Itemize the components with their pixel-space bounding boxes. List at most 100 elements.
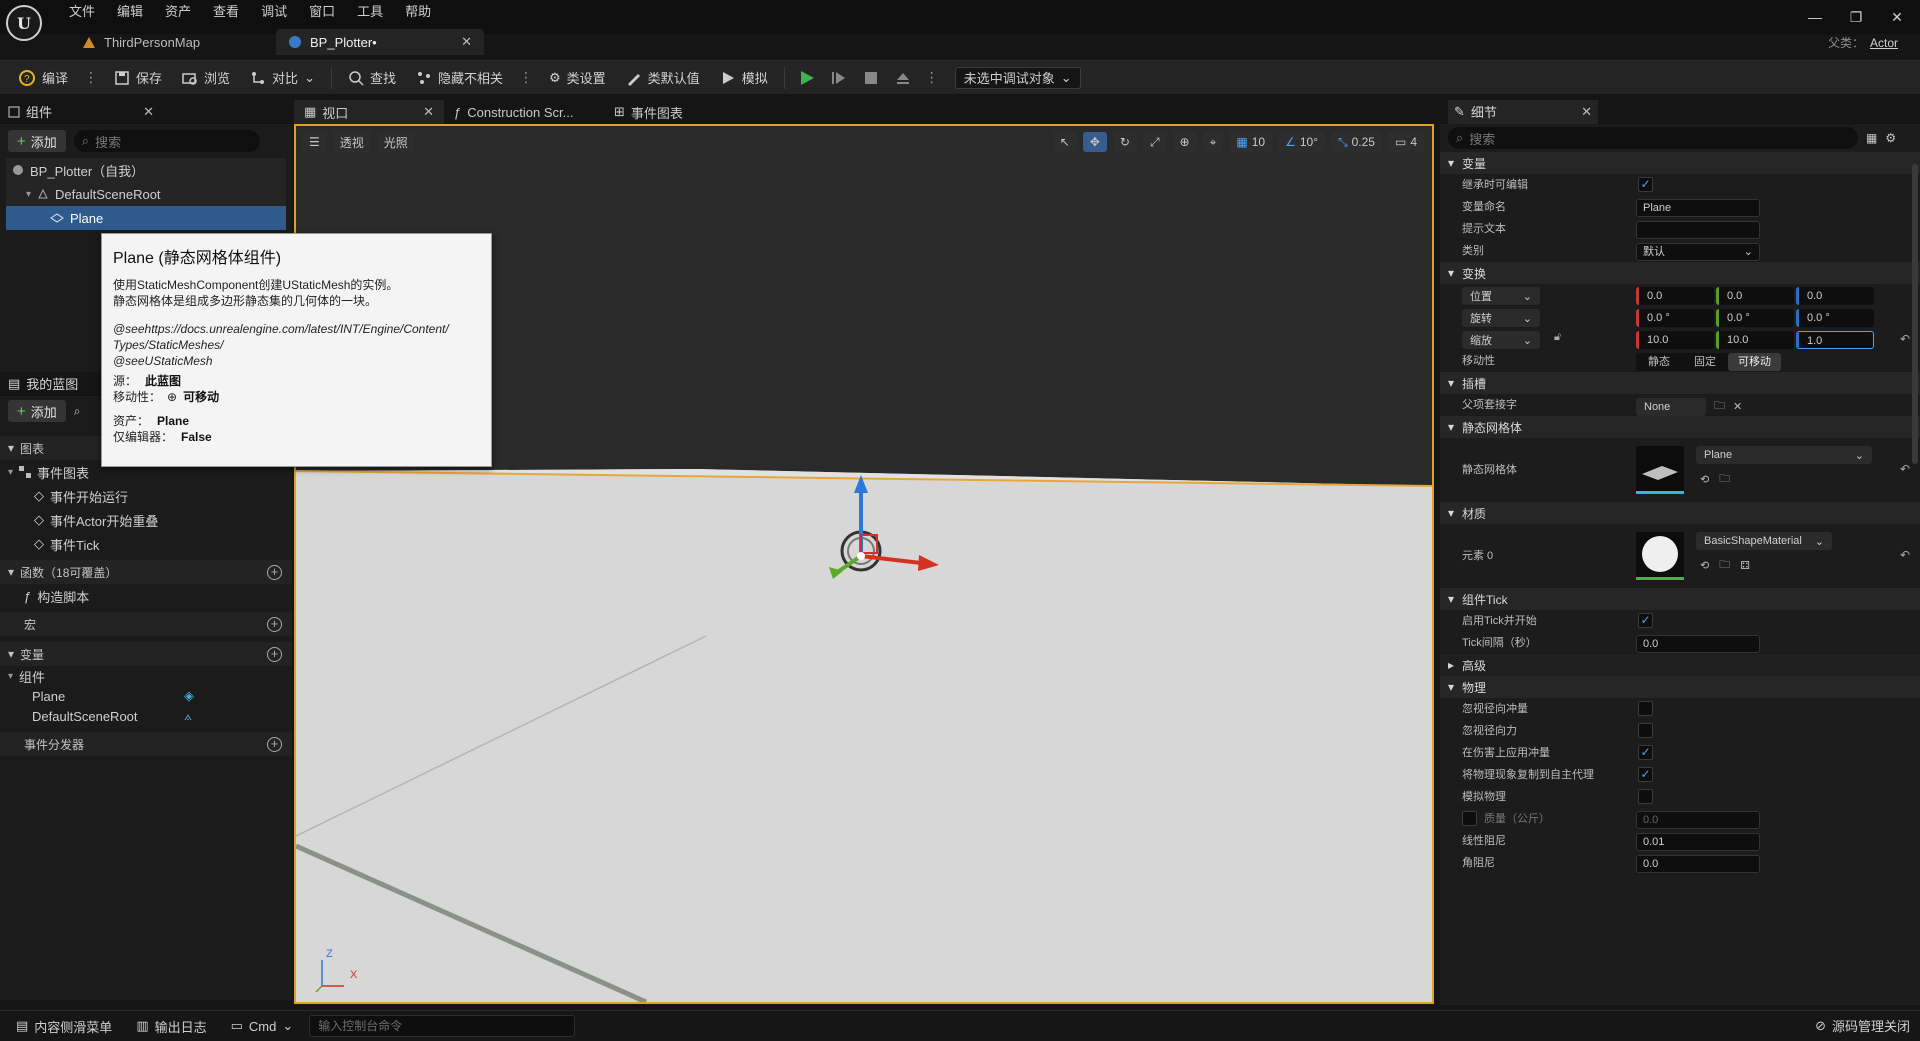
browse-folder-icon[interactable]: 🗀︎	[1719, 470, 1730, 489]
menu-window[interactable]: 窗口	[298, 2, 346, 22]
tab-event-graph[interactable]: ⊞ 事件图表	[604, 100, 693, 124]
play-icon[interactable]	[793, 64, 821, 92]
save-button[interactable]: 保存	[106, 64, 170, 92]
eject-icon[interactable]	[889, 64, 917, 92]
scale-icon[interactable]: ⤢	[1142, 132, 1167, 152]
section-transform[interactable]: ▾ 变换	[1440, 262, 1920, 284]
lit-button[interactable]: 光照	[376, 132, 415, 152]
reset-arrow-icon[interactable]: ↶	[1900, 462, 1910, 476]
chevron-down-icon[interactable]: ▾	[26, 189, 31, 200]
location-z-input[interactable]: 0.0	[1796, 287, 1874, 305]
location-x-input[interactable]: 0.0	[1636, 287, 1714, 305]
hide-unrelated-button[interactable]: 隐藏不相关	[408, 64, 511, 92]
play-options-icon[interactable]: ⋮	[921, 69, 943, 86]
table-view-icon[interactable]: ▦	[1866, 131, 1877, 145]
output-log-button[interactable]: ▥ 输出日志	[128, 1014, 214, 1038]
world-local-icon[interactable]: ⊕	[1172, 132, 1197, 152]
material-options-icon[interactable]: ⚃	[1740, 559, 1750, 572]
menu-view[interactable]: 查看	[202, 2, 250, 22]
console-command-input[interactable]: 输入控制台命令	[309, 1015, 576, 1037]
section-component-tick[interactable]: ▾ 组件Tick	[1440, 588, 1920, 610]
parent-class-link[interactable]: Actor	[1870, 36, 1898, 50]
rotation-snap-button[interactable]: ∠ 10°	[1278, 132, 1325, 152]
material-select[interactable]: BasicShapeMaterial ⌄	[1696, 532, 1832, 550]
close-window-icon[interactable]: ✕	[1877, 6, 1917, 28]
browse-button[interactable]: 浏览	[174, 64, 238, 92]
diff-button[interactable]: 对比 ⌄	[242, 64, 323, 92]
tab-thirdpersonmap[interactable]: ThirdPersonMap	[70, 29, 280, 55]
perspective-button[interactable]: 透视	[332, 132, 371, 152]
section-physics[interactable]: ▾ 物理	[1440, 676, 1920, 698]
clear-icon[interactable]: ✕	[1733, 400, 1742, 413]
details-scrollbar[interactable]	[1912, 164, 1918, 464]
add-component-button[interactable]: + 添加	[8, 130, 66, 152]
rotation-x-input[interactable]: 0.0 °	[1636, 309, 1714, 327]
tab-details[interactable]: ✎ 细节 ✕	[1448, 99, 1598, 124]
variable-name-input[interactable]: Plane	[1636, 199, 1760, 217]
class-defaults-button[interactable]: 类默认值	[618, 64, 708, 92]
close-icon[interactable]: ✕	[1581, 104, 1592, 120]
browse-folder-icon[interactable]: 🗀︎	[1714, 397, 1725, 416]
menu-debug[interactable]: 调试	[250, 2, 298, 22]
variable-item-defaultsceneroot[interactable]: DefaultSceneRoot ⟑	[0, 706, 292, 726]
add-macro-icon[interactable]: +	[267, 616, 282, 632]
use-selected-icon[interactable]: ⟲	[1700, 473, 1709, 486]
close-icon[interactable]: ✕	[423, 104, 434, 120]
use-selected-icon[interactable]: ⟲	[1700, 559, 1709, 572]
location-mode-select[interactable]: 位置 ⌄	[1462, 287, 1540, 305]
section-static-mesh[interactable]: ▾ 静态网格体	[1440, 416, 1920, 438]
tooltip-input[interactable]	[1636, 221, 1760, 239]
rotation-mode-select[interactable]: 旋转 ⌄	[1462, 309, 1540, 327]
mass-input[interactable]: 0.0	[1636, 811, 1760, 829]
stop-icon[interactable]	[857, 64, 885, 92]
mobility-movable[interactable]: 可移动	[1728, 353, 1781, 371]
replicate-physics-checkbox[interactable]: ✓	[1638, 767, 1653, 782]
add-function-icon[interactable]: +	[267, 564, 282, 580]
tree-item-bp-plotter[interactable]: BP_Plotter（自我）	[6, 158, 286, 182]
simulate-button[interactable]: 模拟	[712, 64, 776, 92]
class-settings-button[interactable]: ⚙ 类设置	[541, 64, 614, 92]
scale-snap-button[interactable]: ⤡ 0.25	[1331, 132, 1382, 152]
construction-script-item[interactable]: ƒ 构造脚本	[0, 584, 292, 608]
simulate-physics-checkbox[interactable]	[1638, 789, 1653, 804]
event-begin-play[interactable]: ◇ 事件开始运行	[0, 484, 292, 508]
location-y-input[interactable]: 0.0	[1716, 287, 1794, 305]
minimize-icon[interactable]: —	[1795, 6, 1835, 28]
mass-override-checkbox[interactable]	[1462, 811, 1477, 826]
mobility-stationary[interactable]: 固定	[1682, 353, 1728, 371]
gear-icon[interactable]: ⚙	[1885, 131, 1896, 145]
linear-damping-input[interactable]: 0.01	[1636, 833, 1760, 851]
cmd-select[interactable]: ▭ Cmd ⌄	[223, 1014, 302, 1038]
tree-item-defaultsceneroot[interactable]: ▾ DefaultSceneRoot	[6, 182, 286, 206]
reset-arrow-icon[interactable]: ↶	[1900, 548, 1910, 562]
compile-options-icon[interactable]: ⋮	[80, 69, 102, 86]
scale-mode-select[interactable]: 缩放 ⌄	[1462, 331, 1540, 349]
section-variable[interactable]: ▾ 变量	[1440, 152, 1920, 174]
step-icon[interactable]	[825, 64, 853, 92]
category-select[interactable]: 默认 ⌄	[1636, 243, 1760, 261]
menu-tools[interactable]: 工具	[346, 2, 394, 22]
section-sockets[interactable]: ▾ 插槽	[1440, 372, 1920, 394]
event-tick[interactable]: ◇ 事件Tick	[0, 532, 292, 556]
section-materials[interactable]: ▾ 材质	[1440, 502, 1920, 524]
lock-icon[interactable]: 🔓︎	[1554, 331, 1561, 344]
start-with-tick-checkbox[interactable]: ✓	[1638, 613, 1653, 628]
material-thumbnail[interactable]	[1636, 532, 1684, 580]
unreal-logo-icon[interactable]: U	[6, 5, 42, 41]
hamburger-menu-icon[interactable]: ☰	[302, 132, 327, 152]
add-member-button[interactable]: + 添加	[8, 400, 66, 422]
compile-button[interactable]: ? 编译	[10, 64, 76, 92]
rotate-icon[interactable]: ↻	[1112, 132, 1137, 152]
mobility-static[interactable]: 静态	[1636, 353, 1682, 371]
menu-asset[interactable]: 资产	[154, 2, 202, 22]
menu-help[interactable]: 帮助	[394, 2, 442, 22]
close-icon[interactable]: ✕	[143, 104, 154, 120]
reset-arrow-icon[interactable]: ↶	[1900, 332, 1910, 346]
search-icon[interactable]: ⌕	[74, 404, 81, 419]
section-event-dispatchers[interactable]: 事件分发器 +	[0, 732, 292, 756]
close-icon[interactable]: ✕	[461, 34, 472, 50]
add-variable-icon[interactable]: +	[267, 646, 282, 662]
translate-icon[interactable]: ✥	[1082, 132, 1107, 152]
surface-snap-icon[interactable]: ⌖	[1202, 132, 1224, 152]
section-variables[interactable]: ▾ 变量 +	[0, 642, 292, 666]
